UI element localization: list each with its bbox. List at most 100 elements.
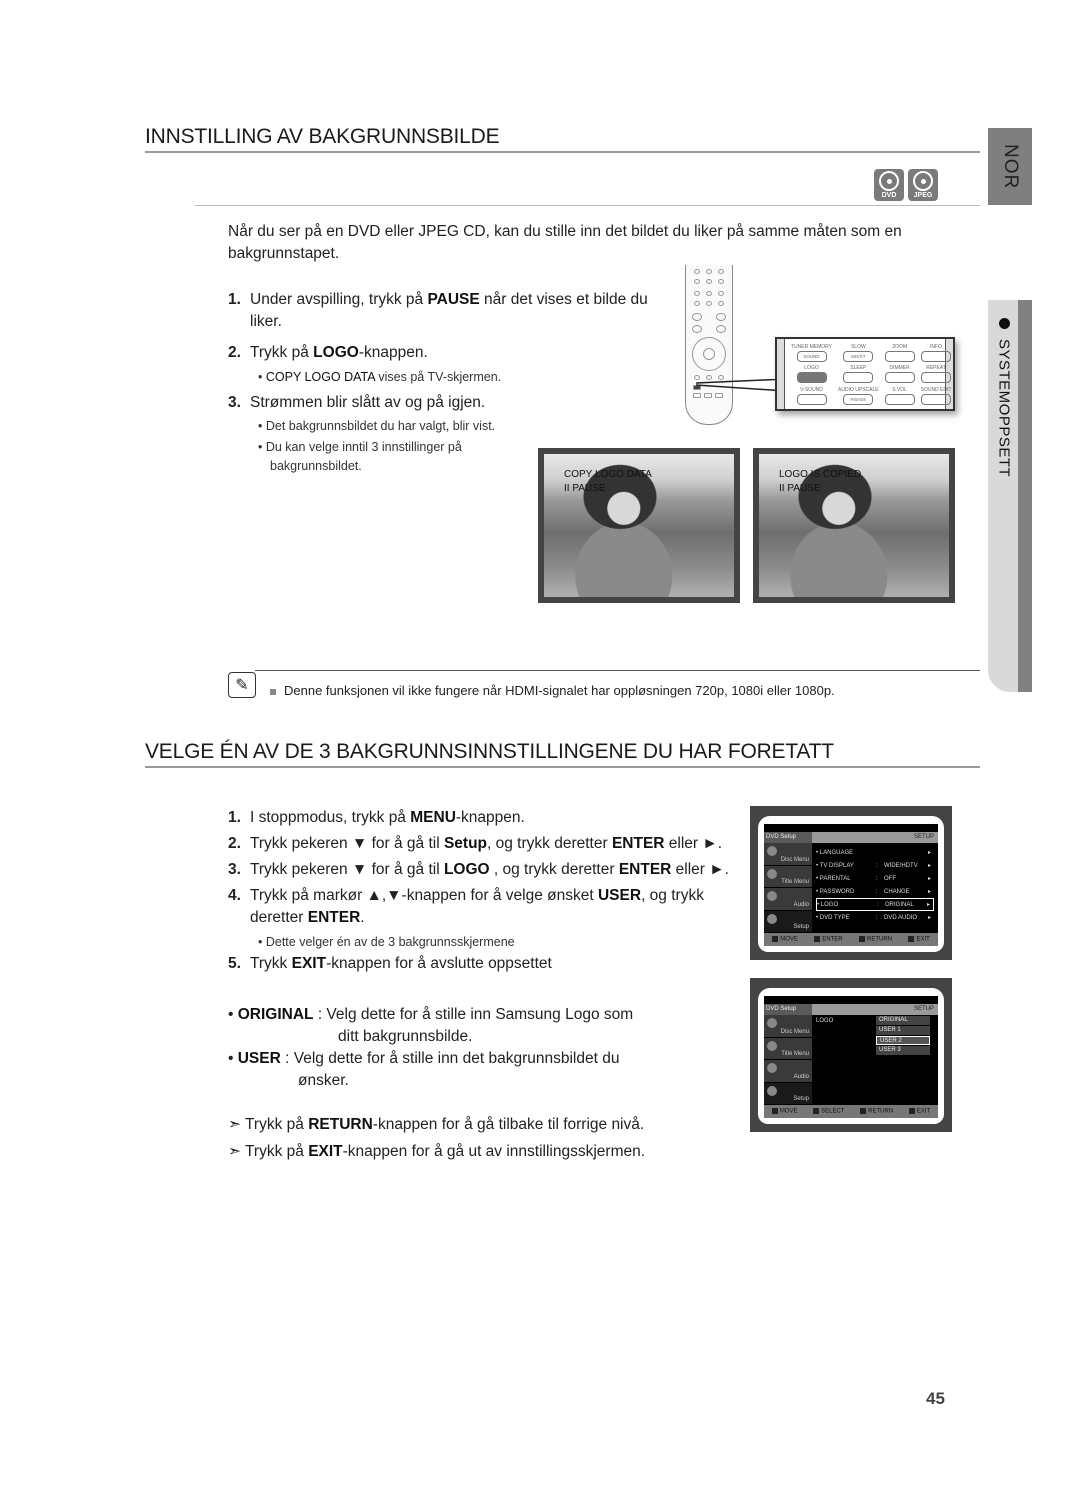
arrow-right-icon: ▸ (928, 889, 932, 895)
pointer-lines (696, 379, 786, 391)
remote-key: ZOOM (884, 343, 915, 364)
remote-key: SOUND EDIT (920, 386, 952, 407)
menu-row: • PASSWORD: CHANGE ▸ (816, 885, 934, 898)
option-user: USER : Velg dette for å stille inn det b… (228, 1048, 619, 1092)
tip-exit: ➣ Trykk på EXIT-knappen for å gå ut av i… (228, 1143, 646, 1160)
remote-key-button: SOUND (796, 351, 827, 362)
remote-key-label: TUNER MEMORY (791, 344, 833, 350)
remote-keypad-zoom: TUNER MEMORY SOUND SLOW MO/ST ZOOM INFO LOGO SL… (775, 337, 955, 411)
remote-key: SLEEP (838, 364, 879, 385)
remote-key-label: ZOOM (892, 344, 908, 350)
remote-key-button (884, 351, 915, 362)
remote-key-button (796, 393, 827, 405)
intro-text: Når du ser på en DVD eller JPEG CD, kan … (228, 223, 902, 262)
note-text: Denne funksjonen vil ikke fungere når HD… (270, 683, 835, 698)
step-number: 2. (228, 835, 241, 852)
step-2: 2. Trykk pekeren ▼ for å gå til Setup, og… (228, 833, 722, 855)
remote-key-label: SLOW (850, 344, 866, 350)
arrow-icon: ➣ (228, 1116, 246, 1133)
remote-key: REPEAT (921, 364, 952, 385)
arrow-right-icon: ▸ (927, 902, 931, 908)
step-3-note-1: Det bakgrunnsbildet du har valgt, blir v… (258, 417, 495, 435)
remote-key-label: SOUND EDIT (920, 386, 952, 393)
menu-row-value: WIDE/HDTV (884, 862, 918, 869)
menu-row-value: ORIGINAL (885, 901, 914, 908)
tv-screen-logo-copied: LOGO IS COPIED II PAUSE (753, 448, 955, 603)
menu-sidebar-item: Setup (764, 1082, 812, 1105)
step-4: 4. Trykk på markør ▲,▼-knappen for å velg… (228, 885, 704, 951)
menu-row-name: • LANGUAGE (816, 849, 854, 856)
remote-key-label: AUDIO UPSCALE (838, 386, 879, 393)
arrow-right-icon: ▸ (928, 876, 932, 882)
step-number: 1. (228, 809, 241, 826)
remote-key-label: REPEAT (926, 365, 946, 372)
step-3: 3. Strømmen blir slått av og på igjen. (228, 394, 486, 411)
logo-option: USER 1 (876, 1026, 930, 1035)
step-number: 5. (228, 955, 241, 972)
menu-row-name: • LOGO (817, 901, 839, 908)
logo-item: LOGO (816, 1018, 834, 1024)
remote-control-illustration (685, 265, 733, 425)
menu-row-name: • PASSWORD (816, 888, 855, 895)
logo-option: USER 3 (876, 1046, 930, 1055)
note-pencil-icon: ✎ (228, 672, 256, 698)
arrow-right-icon: ▸ (928, 915, 932, 921)
menu-row-value: CHANGE (884, 888, 910, 895)
note-rule (255, 670, 980, 671)
step-1: 1. Under avspilling, trykk på PAUSE når d… (228, 291, 648, 330)
step-3: 3. Trykk pekeren ▼ for å gå til LOGO , og… (228, 859, 729, 881)
remote-key-label: S.VOL (892, 386, 907, 393)
remote-key-button (884, 393, 915, 405)
menu-item-icon (767, 1085, 777, 1096)
remote-key: AUDIO UPSCALE P.BASS (838, 386, 879, 407)
remote-key: TUNER MEMORY SOUND (791, 343, 832, 364)
title-rule (145, 151, 980, 153)
step-number: 4. (228, 887, 241, 904)
remote-key: S.VOL (884, 386, 915, 407)
menu-footer-hint: EXIT (909, 1108, 930, 1115)
menu-footer-hint: ENTER (814, 936, 842, 943)
arrow-right-icon: ▸ (928, 850, 932, 856)
remote-key-button (921, 351, 952, 362)
option-original: ORIGINAL : Velg dette for å stille inn S… (228, 1004, 633, 1048)
menu-item-icon (767, 1063, 777, 1073)
remote-key-label: V-SOUND (800, 386, 823, 393)
menu-sidebar-item: Disc Menu (764, 843, 812, 866)
menu-item-icon (767, 913, 777, 924)
menu-item-icon (767, 1018, 777, 1028)
remote-key-label: DIMMER (889, 365, 910, 372)
logo-option: ORIGINAL (876, 1016, 930, 1025)
title-rule-2 (145, 766, 980, 768)
logo-option: USER 2 (876, 1036, 930, 1045)
jpeg-disc-icon: JPEG (908, 169, 938, 201)
step-3-note-2-cont: bakgrunnsbildet. (270, 459, 362, 473)
step-1: 1. I stoppmodus, trykk på MENU-knappen. (228, 807, 525, 829)
remote-key-label: LOGO (804, 365, 819, 372)
remote-key: DIMMER (884, 364, 915, 385)
remote-key: INFO (921, 343, 952, 364)
remote-key: V-SOUND (791, 386, 832, 407)
logo-menu-screen: DVD Setup SETUP Disc Menu Title Menu Audio S… (750, 978, 952, 1132)
menu-footer-hint: RETURN (860, 1108, 893, 1115)
menu-sidebar-item: Title Menu (764, 1037, 812, 1060)
menu-item-icon (767, 1040, 777, 1051)
section1-title: INNSTILLING AV BAKGRUNNSBILDE (145, 125, 500, 148)
menu-sidebar-item: Setup (764, 910, 812, 933)
menu-row-value: OFF (884, 875, 896, 882)
menu-row: • DVD TYPE: DVD AUDIO ▸ (816, 911, 934, 924)
menu-row: • LOGO: ORIGINAL ▸ (816, 898, 934, 911)
menu-row: • LANGUAGE ▸ (816, 846, 934, 859)
remote-key: LOGO (791, 364, 832, 385)
section-tab-edge (1018, 300, 1032, 692)
remote-key-button: P.BASS (843, 393, 874, 405)
menu-row-name: • PARENTAL (816, 875, 851, 882)
menu-row-name: • DVD TYPE (816, 914, 850, 921)
menu-footer-hint: MOVE (772, 1108, 798, 1115)
menu-row-name: • TV DISPLAY (816, 862, 854, 869)
disc-badges: DVD JPEG (874, 169, 938, 201)
menu-item-icon (767, 891, 777, 901)
step-2: 2. Trykk på LOGO-knappen. (228, 344, 428, 361)
badge-rule (195, 205, 980, 206)
menu-footer-hint: SELECT (813, 1108, 844, 1115)
step-5: 5. Trykk EXIT-knappen for å avslutte opps… (228, 953, 552, 975)
